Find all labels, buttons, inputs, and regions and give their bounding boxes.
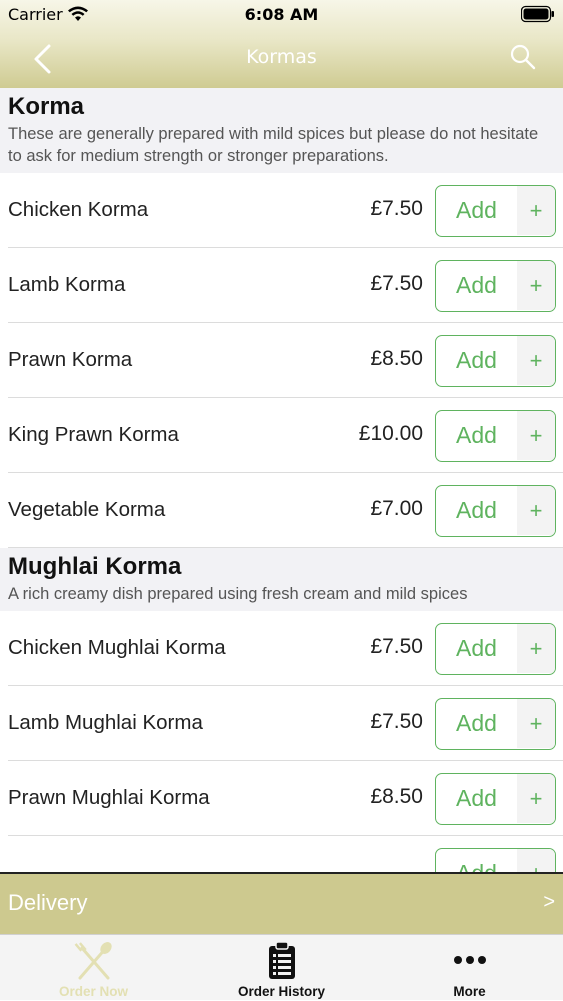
- menu-list[interactable]: Korma These are generally prepared with …: [0, 88, 563, 872]
- plus-icon: +: [517, 486, 555, 535]
- plus-icon: +: [517, 774, 555, 823]
- add-button[interactable]: Add +: [435, 485, 556, 537]
- delivery-bar[interactable]: Delivery >: [0, 872, 563, 934]
- item-price: £7.00: [370, 497, 423, 520]
- item-name: Prawn Korma: [8, 348, 133, 371]
- item-price: £10.00: [358, 422, 423, 445]
- add-button[interactable]: Add +: [435, 185, 556, 237]
- nav-bar: Kormas: [0, 30, 563, 88]
- add-button[interactable]: Add +: [435, 335, 556, 387]
- tab-label: More: [453, 984, 486, 999]
- menu-item-row: Prawn Mughlai Korma £8.50 Add +: [0, 761, 563, 836]
- tab-label: Order History: [237, 984, 326, 999]
- add-button[interactable]: Add +: [435, 410, 556, 462]
- plus-icon: +: [517, 261, 555, 310]
- item-name: Chicken Mughlai Korma: [8, 636, 226, 659]
- item-price: £7.50: [370, 710, 423, 733]
- page-title: Kormas: [246, 46, 317, 68]
- add-button-label: Add: [456, 347, 497, 373]
- add-button[interactable]: Add +: [435, 260, 556, 312]
- delivery-label: Delivery: [8, 890, 88, 915]
- more-dots-icon: [453, 956, 486, 964]
- plus-icon: +: [517, 699, 555, 748]
- tab-label: Order Now: [58, 984, 128, 999]
- clipboard-list-icon: [268, 941, 295, 979]
- item-price: £8.50: [370, 785, 423, 808]
- menu-item-row: Vegetable Korma £7.00 Add +: [0, 473, 563, 548]
- item-price: £8.50: [370, 347, 423, 370]
- status-bar: Carrier 6:08 AM: [0, 0, 563, 30]
- section-header: Mughlai Korma A rich creamy dish prepare…: [0, 548, 563, 611]
- status-time: 6:08 AM: [244, 5, 319, 24]
- item-price: £7.50: [370, 272, 423, 295]
- menu-item-row: Chicken Mughlai Korma £7.50 Add +: [0, 611, 563, 686]
- menu-item-row: Lamb Korma £7.50 Add +: [0, 248, 563, 323]
- menu-item-row: Prawn Korma £8.50 Add +: [0, 323, 563, 398]
- menu-item-row: Add +: [0, 836, 563, 872]
- item-name: Prawn Mughlai Korma: [8, 786, 210, 809]
- item-price: £7.50: [370, 197, 423, 220]
- section-title: Mughlai Korma: [8, 553, 182, 580]
- item-name: King Prawn Korma: [8, 423, 179, 446]
- chevron-right-icon: >: [543, 891, 555, 913]
- add-button[interactable]: Add +: [435, 773, 556, 825]
- plus-icon: +: [517, 411, 555, 460]
- tab-order-history[interactable]: Order History: [188, 935, 375, 1001]
- add-button-label: Add: [456, 635, 497, 661]
- add-button-label: Add: [456, 197, 497, 223]
- item-name: Lamb Mughlai Korma: [8, 711, 203, 734]
- section-description: These are generally prepared with mild s…: [8, 125, 539, 165]
- tab-order-now[interactable]: Order Now: [0, 935, 187, 1001]
- top-header: Carrier 6:08 AM Kormas: [0, 0, 563, 88]
- section-description: A rich creamy dish prepared using fresh …: [8, 585, 468, 603]
- tab-bar: Order Now Order History More: [0, 934, 563, 1000]
- add-button-label: Add: [456, 422, 497, 448]
- item-name: Lamb Korma: [8, 273, 126, 296]
- item-price: £7.50: [370, 635, 423, 658]
- add-button-label: Add: [456, 710, 497, 736]
- section-header: Korma These are generally prepared with …: [0, 88, 563, 173]
- item-name: Vegetable Korma: [8, 498, 166, 521]
- add-button-label: Add: [456, 497, 497, 523]
- search-icon[interactable]: [509, 43, 537, 71]
- plus-icon: +: [517, 186, 555, 235]
- plus-icon: +: [517, 336, 555, 385]
- add-button-label: Add: [456, 785, 497, 811]
- fork-spoon-icon: [74, 942, 112, 980]
- plus-icon: +: [517, 849, 555, 872]
- add-button-label: Add: [456, 272, 497, 298]
- item-name: Chicken Korma: [8, 198, 149, 221]
- tab-more[interactable]: More: [376, 935, 563, 1001]
- menu-item-row: King Prawn Korma £10.00 Add +: [0, 398, 563, 473]
- add-button[interactable]: Add +: [435, 698, 556, 750]
- menu-item-row: Lamb Mughlai Korma £7.50 Add +: [0, 686, 563, 761]
- battery-icon: [521, 5, 554, 23]
- section-title: Korma: [8, 93, 85, 120]
- add-button[interactable]: Add +: [435, 848, 556, 872]
- plus-icon: +: [517, 624, 555, 673]
- menu-item-row: Chicken Korma £7.50 Add +: [0, 173, 563, 248]
- add-button-label: Add: [436, 849, 517, 872]
- add-button[interactable]: Add +: [435, 623, 556, 675]
